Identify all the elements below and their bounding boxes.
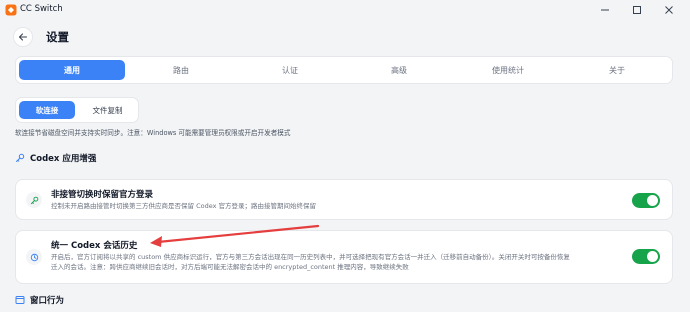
title-bar: CC Switch <box>0 0 690 20</box>
tab-about[interactable]: 关于 <box>564 60 670 80</box>
tab-advanced[interactable]: 高级 <box>346 60 452 80</box>
keep-official-login-card: 非接管切换时保留官方登录 控制未开启路由接管时切换第三方供应商是否保留 Code… <box>15 179 673 220</box>
minimize-icon[interactable] <box>598 3 612 17</box>
tab-routing[interactable]: 路由 <box>128 60 234 80</box>
maximize-icon[interactable] <box>630 3 644 17</box>
tab-general[interactable]: 通用 <box>19 60 125 80</box>
unified-session-history-title: 统一 Codex 会话历史 <box>51 241 138 251</box>
tab-auth[interactable]: 认证 <box>237 60 343 80</box>
toggle-knob <box>647 195 658 206</box>
page-title: 设置 <box>46 30 69 44</box>
link-mode-toggle: 软连接 文件复制 <box>15 97 139 123</box>
file-copy-option[interactable]: 文件复制 <box>79 101 136 119</box>
close-icon[interactable] <box>662 3 676 17</box>
keep-official-login-toggle[interactable] <box>632 193 660 208</box>
codex-section-header: Codex 应用增强 <box>15 152 96 164</box>
unified-session-history-card: 统一 Codex 会话历史 开启后，官方订阅将以共享的 custom 供应商标识… <box>15 230 673 284</box>
app-logo-icon <box>5 4 17 16</box>
window-section-header: 窗口行为 <box>15 294 64 306</box>
back-button[interactable] <box>13 27 33 47</box>
keep-official-login-title: 非接管切换时保留官方登录 <box>51 190 154 200</box>
settings-tabs: 通用 路由 认证 高级 使用统计 关于 <box>15 56 673 84</box>
window-title: CC Switch <box>20 4 63 14</box>
key-icon <box>16 153 25 162</box>
toggle-knob <box>647 251 658 262</box>
link-mode-description: 软连接节省磁盘空间并支持实时同步。注意：Windows 可能需要管理员权限或开启… <box>15 129 291 137</box>
tab-usage-stats[interactable]: 使用统计 <box>455 60 561 80</box>
unified-session-history-toggle[interactable] <box>632 249 660 264</box>
unified-session-history-description-line1: 开启后，官方订阅将以共享的 custom 供应商标识运行，官方与第三方会话出现在… <box>51 253 570 261</box>
history-icon <box>26 249 42 265</box>
key-icon <box>26 192 42 208</box>
window-icon <box>15 296 25 304</box>
symlink-option[interactable]: 软连接 <box>19 101 75 119</box>
arrow-left-icon <box>18 33 28 41</box>
window-section-title: 窗口行为 <box>30 296 65 306</box>
keep-official-login-description: 控制未开启路由接管时切换第三方供应商是否保留 Codex 官方登录；路由接管期间… <box>51 202 317 210</box>
unified-session-history-description-line2: 迁入的会话。注意：跨供应商继续旧会话时，对方后端可能无法解密会话中的 encry… <box>51 263 409 271</box>
codex-section-title: Codex 应用增强 <box>30 154 97 164</box>
